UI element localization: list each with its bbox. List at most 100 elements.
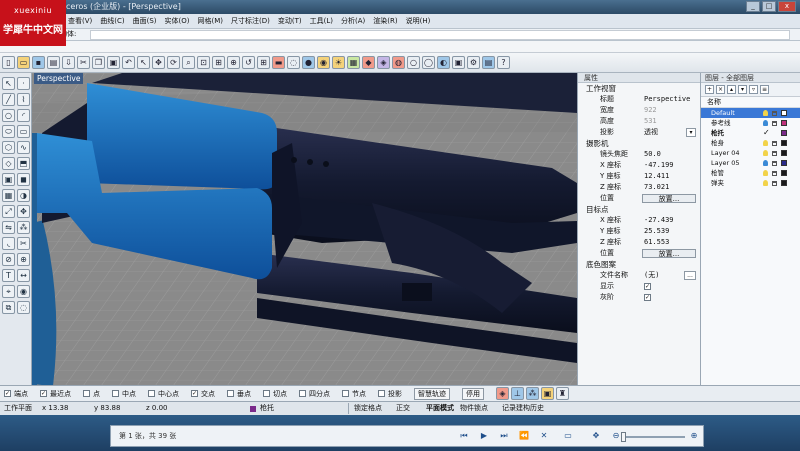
select-arrow-icon[interactable]: ↖ bbox=[2, 77, 15, 90]
layer-color-swatch[interactable] bbox=[781, 150, 787, 156]
chevron-down-icon[interactable]: ▾ bbox=[686, 128, 696, 137]
osnap-project[interactable]: 投影 bbox=[378, 389, 402, 399]
target-y-value[interactable]: 25.539 bbox=[644, 226, 669, 237]
title-value[interactable]: Perspective bbox=[644, 94, 690, 105]
layer-row[interactable]: 参考线 bbox=[701, 118, 800, 128]
filter-icon[interactable]: ▿ bbox=[749, 85, 758, 94]
zoom-out-icon[interactable]: ⊖ bbox=[611, 431, 621, 441]
shaded-icon[interactable]: ● bbox=[302, 56, 315, 69]
rendered-icon[interactable]: ◉ bbox=[317, 56, 330, 69]
osnap-checkbox[interactable]: ✓ bbox=[40, 390, 47, 397]
layer-row[interactable]: 枪身 bbox=[701, 138, 800, 148]
zoom-icon[interactable]: ⌕ bbox=[182, 56, 195, 69]
freeform-icon[interactable]: ∿ bbox=[17, 141, 30, 154]
layer-row[interactable]: Layer 04 bbox=[701, 148, 800, 158]
layer-color-swatch[interactable] bbox=[781, 140, 787, 146]
undo-icon[interactable]: ↶ bbox=[122, 56, 135, 69]
rewind-icon[interactable]: ⏪ bbox=[519, 431, 529, 441]
paste-icon[interactable]: ▣ bbox=[107, 56, 120, 69]
layer-row[interactable]: 弹夹 bbox=[701, 178, 800, 188]
osnap-checkbox[interactable] bbox=[227, 390, 234, 397]
sphere-icon[interactable]: ○ bbox=[407, 56, 420, 69]
bulb-icon[interactable] bbox=[763, 180, 768, 186]
menu-dimension[interactable]: 尺寸标注(D) bbox=[227, 16, 274, 26]
screen-icon[interactable]: ▭ bbox=[563, 431, 573, 441]
lock-icon[interactable] bbox=[772, 151, 777, 156]
layer-color-swatch[interactable] bbox=[781, 180, 787, 186]
save-icon[interactable]: ▪ bbox=[32, 56, 45, 69]
minimize-button[interactable]: _ bbox=[746, 1, 760, 12]
osnap-checkbox[interactable] bbox=[263, 390, 270, 397]
menu-transform[interactable]: 变动(T) bbox=[274, 16, 306, 26]
move-down-icon[interactable]: ▾ bbox=[738, 85, 747, 94]
lock-icon[interactable] bbox=[772, 161, 777, 166]
split-icon[interactable]: ⊘ bbox=[2, 253, 15, 266]
layer-row[interactable]: Layer 05 bbox=[701, 158, 800, 168]
menu-view[interactable]: 查看(V) bbox=[64, 16, 96, 26]
light-icon[interactable]: ☀ bbox=[332, 56, 345, 69]
osnap-center[interactable]: 中心点 bbox=[148, 389, 179, 399]
menu-surface[interactable]: 曲面(S) bbox=[129, 16, 161, 26]
close-slides-icon[interactable]: ✕ bbox=[539, 431, 549, 441]
wireframe-icon[interactable]: ◌ bbox=[287, 56, 300, 69]
trim-icon[interactable]: ✂ bbox=[17, 237, 30, 250]
viewport-label[interactable]: Perspective bbox=[34, 73, 84, 84]
osnap-near[interactable]: ✓ 最近点 bbox=[40, 389, 71, 399]
history-toggle[interactable]: 记录建构历史 bbox=[502, 402, 544, 415]
osnap-checkbox[interactable] bbox=[112, 390, 119, 397]
osnap-point[interactable]: 点 bbox=[83, 389, 100, 399]
four-views-icon[interactable]: ⊞ bbox=[257, 56, 270, 69]
osnap-quadrant[interactable]: 四分点 bbox=[299, 389, 330, 399]
undo-view-icon[interactable]: ↺ bbox=[242, 56, 255, 69]
camera-z-value[interactable]: 73.021 bbox=[644, 182, 669, 193]
osnap-knot[interactable]: 节点 bbox=[342, 389, 366, 399]
disable-osnap-button[interactable]: 停用 bbox=[462, 387, 484, 400]
fillet-icon[interactable]: ◟ bbox=[2, 237, 15, 250]
first-page-icon[interactable]: ⏮ bbox=[459, 431, 469, 441]
options-icon[interactable]: ⚙ bbox=[467, 56, 480, 69]
fit-icon[interactable]: ✥ bbox=[591, 431, 601, 441]
maximize-button[interactable]: □ bbox=[762, 1, 776, 12]
menu-analyze[interactable]: 分析(A) bbox=[337, 16, 369, 26]
circle-icon[interactable]: ○ bbox=[2, 109, 15, 122]
extrude-icon[interactable]: ⬒ bbox=[17, 157, 30, 170]
layer-settings-icon[interactable]: ≡ bbox=[760, 85, 769, 94]
target-z-value[interactable]: 61.553 bbox=[644, 237, 669, 248]
snapshot-icon[interactable]: ▣ bbox=[452, 56, 465, 69]
boolean-icon[interactable]: ◑ bbox=[17, 189, 30, 202]
surface-icon[interactable]: ◇ bbox=[2, 157, 15, 170]
lock-icon[interactable] bbox=[772, 111, 777, 116]
bulb-icon[interactable] bbox=[763, 160, 768, 166]
layer-color-swatch[interactable] bbox=[781, 170, 787, 176]
copy-icon[interactable]: ❐ bbox=[92, 56, 105, 69]
grayscale-checkbox[interactable]: ✓ bbox=[644, 294, 651, 301]
layer-row[interactable]: 枪托 ✓ bbox=[701, 128, 800, 138]
color-icon[interactable]: ◆ bbox=[362, 56, 375, 69]
menu-mesh[interactable]: 网格(M) bbox=[194, 16, 228, 26]
osnap-checkbox[interactable] bbox=[299, 390, 306, 397]
layer-color-swatch[interactable] bbox=[781, 120, 787, 126]
color-wheel-icon[interactable]: ◍ bbox=[392, 56, 405, 69]
pan-icon[interactable]: ✥ bbox=[152, 56, 165, 69]
lock-icon[interactable] bbox=[772, 121, 777, 126]
line-icon[interactable]: ╱ bbox=[2, 93, 15, 106]
layer-color-swatch[interactable] bbox=[781, 110, 787, 116]
zoom-in-icon[interactable]: ⊕ bbox=[689, 431, 699, 441]
current-layer[interactable]: 枪托 bbox=[260, 402, 274, 415]
menu-help[interactable]: 说明(H) bbox=[402, 16, 435, 26]
osnap-checkbox[interactable] bbox=[148, 390, 155, 397]
history-icon[interactable]: ▣ bbox=[541, 387, 554, 400]
osnap-midpoint[interactable]: 中点 bbox=[112, 389, 136, 399]
target-place-button[interactable]: 放置... bbox=[642, 249, 696, 258]
osnap-intersection[interactable]: ✓ 交点 bbox=[191, 389, 215, 399]
object-props-icon[interactable]: ▤ bbox=[482, 56, 495, 69]
osnap-checkbox[interactable] bbox=[342, 390, 349, 397]
cube-icon[interactable]: ◈ bbox=[496, 387, 509, 400]
projection-select[interactable]: 透视 bbox=[644, 127, 658, 138]
array-icon[interactable]: ⁂ bbox=[17, 221, 30, 234]
point-icon[interactable]: · bbox=[17, 77, 30, 90]
smart-track-button[interactable]: 智慧轨迹 bbox=[414, 387, 450, 400]
walk-icon[interactable]: ♜ bbox=[556, 387, 569, 400]
lens-value[interactable]: 50.0 bbox=[644, 149, 661, 160]
print-icon[interactable]: ▤ bbox=[47, 56, 60, 69]
